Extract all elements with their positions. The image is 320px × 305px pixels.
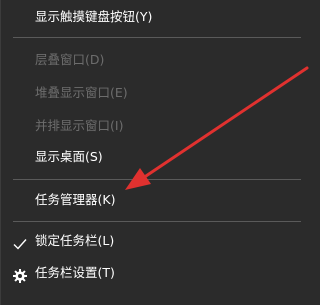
menu-separator (13, 37, 301, 38)
menu-item-label: 层叠窗口(D) (35, 52, 105, 67)
menu-separator (13, 221, 301, 222)
menu-item-stack-windows[interactable]: 堆叠显示窗口(E) (1, 78, 301, 108)
check-icon (12, 233, 28, 250)
menu-item-show-touch-keyboard[interactable]: 显示触摸键盘按钮(Y) (1, 2, 301, 32)
menu-item-cascade-windows[interactable]: 层叠窗口(D) (1, 45, 301, 75)
menu-item-label: 显示触摸键盘按钮(Y) (35, 9, 153, 24)
menu-separator (13, 179, 301, 180)
menu-item-side-by-side-windows[interactable]: 并排显示窗口(I) (1, 111, 301, 141)
menu-item-label: 显示桌面(S) (35, 149, 103, 164)
menu-item-label: 堆叠显示窗口(E) (35, 85, 128, 100)
menu-item-task-manager[interactable]: 任务管理器(K) (1, 185, 301, 215)
taskbar-context-menu: 显示触摸键盘按钮(Y) 层叠窗口(D) 堆叠显示窗口(E) 并排显示窗口(I) … (0, 0, 309, 305)
menu-item-label: 任务管理器(K) (35, 192, 116, 207)
gear-icon (12, 265, 28, 283)
menu-item-label: 锁定任务栏(L) (35, 233, 115, 248)
menu-item-label: 并排显示窗口(I) (35, 118, 124, 133)
menu-item-label: 任务栏设置(T) (35, 265, 115, 280)
menu-item-show-desktop[interactable]: 显示桌面(S) (1, 142, 301, 172)
menu-item-taskbar-settings[interactable]: 任务栏设置(T) (1, 258, 301, 288)
menu-item-lock-taskbar[interactable]: 锁定任务栏(L) (1, 226, 301, 256)
